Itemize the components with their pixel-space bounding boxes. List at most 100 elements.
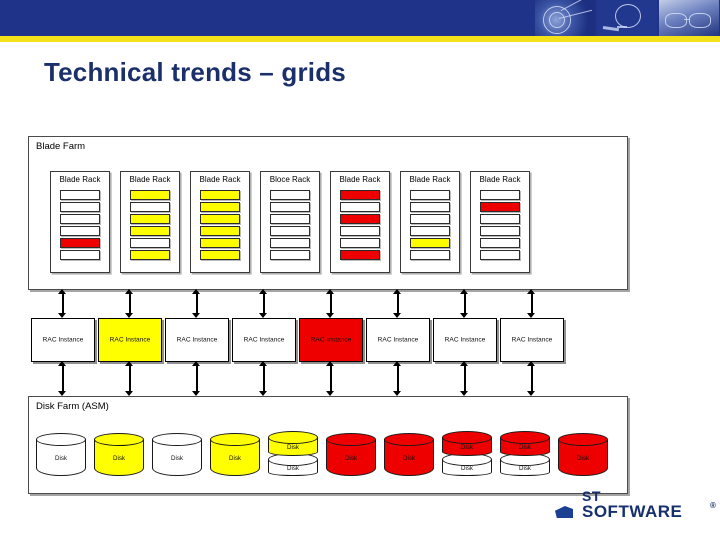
blade-unit[interactable] xyxy=(270,202,310,212)
blade-unit[interactable] xyxy=(410,226,450,236)
rac-instance-label: RAC Instance xyxy=(109,336,151,344)
blade-rack[interactable]: Blade Rack xyxy=(50,171,110,273)
blade-unit[interactable] xyxy=(480,238,520,248)
blade-unit[interactable] xyxy=(60,226,100,236)
rac-to-disk-connector xyxy=(192,361,201,396)
blade-rack[interactable]: Blade Rack xyxy=(330,171,390,273)
blade-unit[interactable] xyxy=(270,214,310,224)
blade-unit[interactable] xyxy=(60,214,100,224)
disk-cylinder-lower[interactable]: Disk xyxy=(500,453,550,476)
blade-unit[interactable] xyxy=(340,226,380,236)
rac-instance[interactable]: RAC Instance xyxy=(366,318,430,362)
blade-unit[interactable] xyxy=(480,214,520,224)
blade-unit[interactable] xyxy=(130,226,170,236)
blade-unit[interactable] xyxy=(200,202,240,212)
blade-unit[interactable] xyxy=(410,250,450,260)
cylinder-top xyxy=(442,431,492,444)
logo-trademark: ® xyxy=(710,501,716,510)
disk-cylinder-single[interactable]: Disk xyxy=(326,433,376,476)
disk-cylinder-single[interactable]: Disk xyxy=(94,433,144,476)
blade-unit[interactable] xyxy=(130,214,170,224)
rac-instance[interactable]: RAC Instance xyxy=(232,318,296,362)
disk-stack[interactable]: Disk Disk xyxy=(268,431,318,477)
logo-mark-icon xyxy=(555,506,573,518)
disk-cylinder[interactable]: Disk xyxy=(384,431,434,477)
disk-cylinder[interactable]: Disk xyxy=(210,431,260,477)
rac-instance[interactable]: RAC Instance xyxy=(165,318,229,362)
blade-unit[interactable] xyxy=(200,238,240,248)
blade-unit[interactable] xyxy=(340,190,380,200)
blade-unit[interactable] xyxy=(60,202,100,212)
disk-cylinder-single[interactable]: Disk xyxy=(36,433,86,476)
rac-instance-label: RAC Instance xyxy=(511,336,553,344)
disk-cylinder-lower[interactable]: Disk xyxy=(442,453,492,476)
blade-unit[interactable] xyxy=(410,214,450,224)
blade-rack[interactable]: Bloce Rack xyxy=(260,171,320,273)
cylinder-top xyxy=(500,431,550,444)
disk-cylinder[interactable]: Disk xyxy=(326,431,376,477)
blade-unit[interactable] xyxy=(130,238,170,248)
blade-unit[interactable] xyxy=(410,202,450,212)
rac-instance[interactable]: RAC Instance xyxy=(98,318,162,362)
blade-unit[interactable] xyxy=(130,202,170,212)
disk-cylinder[interactable]: Disk xyxy=(558,431,608,477)
disk-cylinder[interactable]: Disk xyxy=(94,431,144,477)
blade-unit[interactable] xyxy=(60,250,100,260)
disk-cylinder-single[interactable]: Disk xyxy=(558,433,608,476)
disk-cylinder-lower[interactable]: Disk xyxy=(268,453,318,476)
blade-unit[interactable] xyxy=(270,190,310,200)
disk-cylinder-single[interactable]: Disk xyxy=(210,433,260,476)
blade-unit[interactable] xyxy=(410,190,450,200)
blade-rack[interactable]: Blade Rack xyxy=(120,171,180,273)
arrow-shaft xyxy=(464,365,466,392)
blade-unit[interactable] xyxy=(200,226,240,236)
disk-cylinder-upper[interactable]: Disk xyxy=(500,431,550,456)
rac-to-disk-connector xyxy=(58,361,67,396)
blade-rack[interactable]: Blade Rack xyxy=(190,171,250,273)
blade-unit[interactable] xyxy=(130,250,170,260)
rac-instance[interactable]: RAC Instance xyxy=(299,318,363,362)
blade-farm-label: Blade Farm xyxy=(36,141,86,152)
blade-unit[interactable] xyxy=(410,238,450,248)
disk-cylinder-upper[interactable]: Disk xyxy=(442,431,492,456)
blade-unit[interactable] xyxy=(60,238,100,248)
blade-unit[interactable] xyxy=(340,250,380,260)
blade-unit[interactable] xyxy=(480,190,520,200)
disk-cylinder-single[interactable]: Disk xyxy=(384,433,434,476)
disk-cylinder[interactable]: Disk xyxy=(36,431,86,477)
disk-cylinder-single[interactable]: Disk xyxy=(152,433,202,476)
arrow-shaft xyxy=(62,365,64,392)
arrow-shaft xyxy=(196,365,198,392)
blade-unit[interactable] xyxy=(480,202,520,212)
rac-instance-label: RAC Instance xyxy=(444,336,486,344)
blade-unit[interactable] xyxy=(130,190,170,200)
rac-instance-label: RAC Instance xyxy=(310,336,352,344)
arrow-shaft xyxy=(62,293,64,314)
rac-instance[interactable]: RAC Instance xyxy=(500,318,564,362)
blade-unit[interactable] xyxy=(340,238,380,248)
blade-rack[interactable]: Blade Rack xyxy=(470,171,530,273)
arrow-shaft xyxy=(330,365,332,392)
blade-unit[interactable] xyxy=(480,226,520,236)
blade-unit[interactable] xyxy=(60,190,100,200)
rac-instance[interactable]: RAC Instance xyxy=(433,318,497,362)
blade-unit[interactable] xyxy=(270,226,310,236)
cylinder-top xyxy=(268,431,318,444)
blade-unit[interactable] xyxy=(270,238,310,248)
rac-instance[interactable]: RAC Instance xyxy=(31,318,95,362)
disk-stack[interactable]: Disk Disk xyxy=(500,431,550,477)
blade-unit[interactable] xyxy=(340,214,380,224)
blade-unit[interactable] xyxy=(270,250,310,260)
rac-instance-label: RAC Instance xyxy=(377,336,419,344)
disk-stack[interactable]: Disk Disk xyxy=(442,431,492,477)
disk-cylinder[interactable]: Disk xyxy=(152,431,202,477)
blade-unit[interactable] xyxy=(200,214,240,224)
blade-rack[interactable]: Blade Rack xyxy=(400,171,460,273)
blade-unit[interactable] xyxy=(200,190,240,200)
arrow-shaft xyxy=(129,293,131,314)
blade-unit[interactable] xyxy=(200,250,240,260)
blade-unit[interactable] xyxy=(340,202,380,212)
disk-label: Disk xyxy=(518,465,532,472)
blade-unit[interactable] xyxy=(480,250,520,260)
disk-cylinder-upper[interactable]: Disk xyxy=(268,431,318,456)
